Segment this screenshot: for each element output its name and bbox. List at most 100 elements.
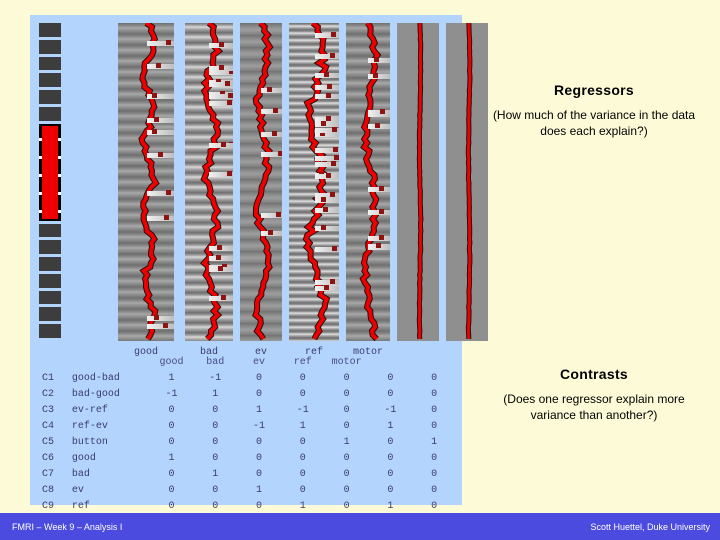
event-marker-dot xyxy=(330,32,336,37)
contrast-id: C8 xyxy=(42,485,55,496)
contrast-weight-cell: 0 xyxy=(256,437,263,448)
contrast-weight-cell: 0 xyxy=(168,485,175,496)
event-streak xyxy=(146,216,174,221)
contrast-name: good xyxy=(71,453,96,464)
event-marker-dot xyxy=(378,235,384,240)
event-marker-dot xyxy=(152,93,158,98)
contrast-selector-block[interactable] xyxy=(39,73,61,88)
callout-contrasts-body: (Does one regressor explain more varianc… xyxy=(503,392,685,423)
contrast-table-row[interactable]: C3 ev-ref 0 0 1 -1 0 -1 0 xyxy=(36,403,456,419)
slide-canvas: good bad ev ref motor good bad ev ref motor C1 go… xyxy=(0,0,720,540)
event-marker-dot xyxy=(375,123,381,128)
event-marker-dot xyxy=(220,295,226,300)
event-streak xyxy=(368,110,390,115)
event-marker-dot xyxy=(331,127,337,132)
event-marker-dot xyxy=(324,72,330,77)
event-streak xyxy=(314,280,339,285)
event-marker-dot xyxy=(332,147,338,152)
contrast-col-header-ev: ev xyxy=(253,357,266,368)
contrast-selector-block[interactable] xyxy=(39,106,61,121)
contrast-weight-cell: 0 xyxy=(299,485,306,496)
contrast-table-row[interactable]: C4 ref-ev 0 0 -1 1 0 1 0 xyxy=(36,419,456,435)
event-streak xyxy=(146,316,174,321)
contrast-id: C6 xyxy=(42,453,55,464)
contrast-weight-cell: 0 xyxy=(431,453,438,464)
regressor-timecourse-trace xyxy=(359,23,382,341)
event-marker-dot xyxy=(276,212,282,217)
contrast-table-row[interactable]: C2 bad-good -1 1 0 0 0 0 0 xyxy=(36,387,456,403)
contrast-col-header-motor: motor xyxy=(331,357,362,368)
contrast-table-header-row: good bad ev ref motor xyxy=(36,355,456,371)
contrast-table-head: good bad ev ref motor xyxy=(36,355,456,371)
contrast-selector-block[interactable] xyxy=(39,307,61,322)
contrast-col-header-blank xyxy=(412,355,456,371)
contrast-weight-cell: 0 xyxy=(212,405,219,416)
contrast-selector-block[interactable] xyxy=(39,39,61,54)
contrast-table-row[interactable]: C6 good 1 0 0 0 0 0 0 xyxy=(36,451,456,467)
event-marker-dot xyxy=(329,279,335,284)
event-marker-dot xyxy=(225,81,231,86)
event-marker-dot xyxy=(330,161,336,166)
event-marker-dot xyxy=(277,151,282,156)
contrast-weight-cell: 1 xyxy=(431,437,438,448)
contrast-weight-cell: 0 xyxy=(299,437,306,448)
event-marker-dot xyxy=(165,190,171,195)
event-marker-dot xyxy=(273,108,279,113)
contrast-id: C1 xyxy=(42,373,55,384)
event-streak xyxy=(146,94,174,99)
selector-tick-mark xyxy=(58,137,61,141)
selector-tick-mark xyxy=(39,209,42,213)
contrast-selector-block[interactable] xyxy=(39,290,61,305)
selector-tick-mark xyxy=(58,191,61,195)
contrast-selector-block[interactable] xyxy=(39,56,61,71)
contrast-selector-block-selected[interactable] xyxy=(39,123,61,221)
event-marker-dot xyxy=(219,42,225,47)
callout-regressors-title: Regressors xyxy=(553,82,635,98)
footer-course-label: FMRI – Week 9 – Analysis I xyxy=(12,522,123,532)
contrast-selector-block[interactable] xyxy=(39,240,61,255)
contrast-weight-cell: 1 xyxy=(168,453,175,464)
contrast-weight-cell: 0 xyxy=(343,389,350,400)
contrast-selector-block[interactable] xyxy=(39,324,61,338)
event-streak xyxy=(261,109,282,114)
contrast-selector-block[interactable] xyxy=(39,273,61,288)
contrast-name: ref-ev xyxy=(71,421,108,432)
contrast-table-row[interactable]: C5 button 0 0 0 0 1 0 1 xyxy=(36,435,456,451)
contrast-col-header-good: good xyxy=(159,357,184,368)
event-streak xyxy=(146,118,174,123)
regressor-column-motor xyxy=(346,23,390,341)
regressor-column-ev xyxy=(240,23,282,341)
contrast-table-row[interactable]: C8 ev 0 0 1 0 0 0 0 xyxy=(36,483,456,499)
event-marker-dot xyxy=(154,315,160,320)
contrast-table-row[interactable]: C7 bad 0 1 0 0 0 0 0 xyxy=(36,467,456,483)
callout-regressors: Regressors (How much of the variance in … xyxy=(488,82,700,139)
contrast-weight-cell: 0 xyxy=(343,373,350,384)
contrast-weight-cell: 0 xyxy=(387,389,394,400)
event-marker-dot xyxy=(227,171,233,176)
contrast-name: bad-good xyxy=(71,389,120,400)
regressor-timecourse-trace xyxy=(465,23,473,340)
selector-tick-mark xyxy=(39,155,42,159)
contrast-selector-strip[interactable] xyxy=(39,23,61,341)
contrast-weight-cell: 1 xyxy=(212,389,219,400)
event-marker-dot xyxy=(325,173,331,178)
contrast-weight-cell: 0 xyxy=(212,421,219,432)
contrast-weight-cell: 0 xyxy=(431,373,438,384)
contrast-weight-cell: 0 xyxy=(431,485,438,496)
contrast-weight-cell: 0 xyxy=(212,437,219,448)
contrast-col-header-ref: ref xyxy=(293,357,312,368)
contrast-selector-block[interactable] xyxy=(39,223,61,238)
contrast-selector-block[interactable] xyxy=(39,257,61,271)
contrast-weight-cell: -1 xyxy=(165,389,178,400)
selected-contrast-bar xyxy=(42,125,58,219)
event-marker-dot xyxy=(268,230,274,235)
event-streak xyxy=(314,198,339,203)
event-marker-dot xyxy=(220,142,226,147)
contrast-weight-cell: 1 xyxy=(343,437,350,448)
contrast-selector-block[interactable] xyxy=(39,23,61,37)
contrast-weight-cell: 0 xyxy=(387,373,394,384)
contrast-selector-block[interactable] xyxy=(39,90,61,104)
selector-tick-mark xyxy=(39,137,42,141)
contrast-table-row[interactable]: C1 good-bad 1 -1 0 0 0 0 0 xyxy=(36,371,456,387)
contrast-weight-cell: 0 xyxy=(256,453,263,464)
